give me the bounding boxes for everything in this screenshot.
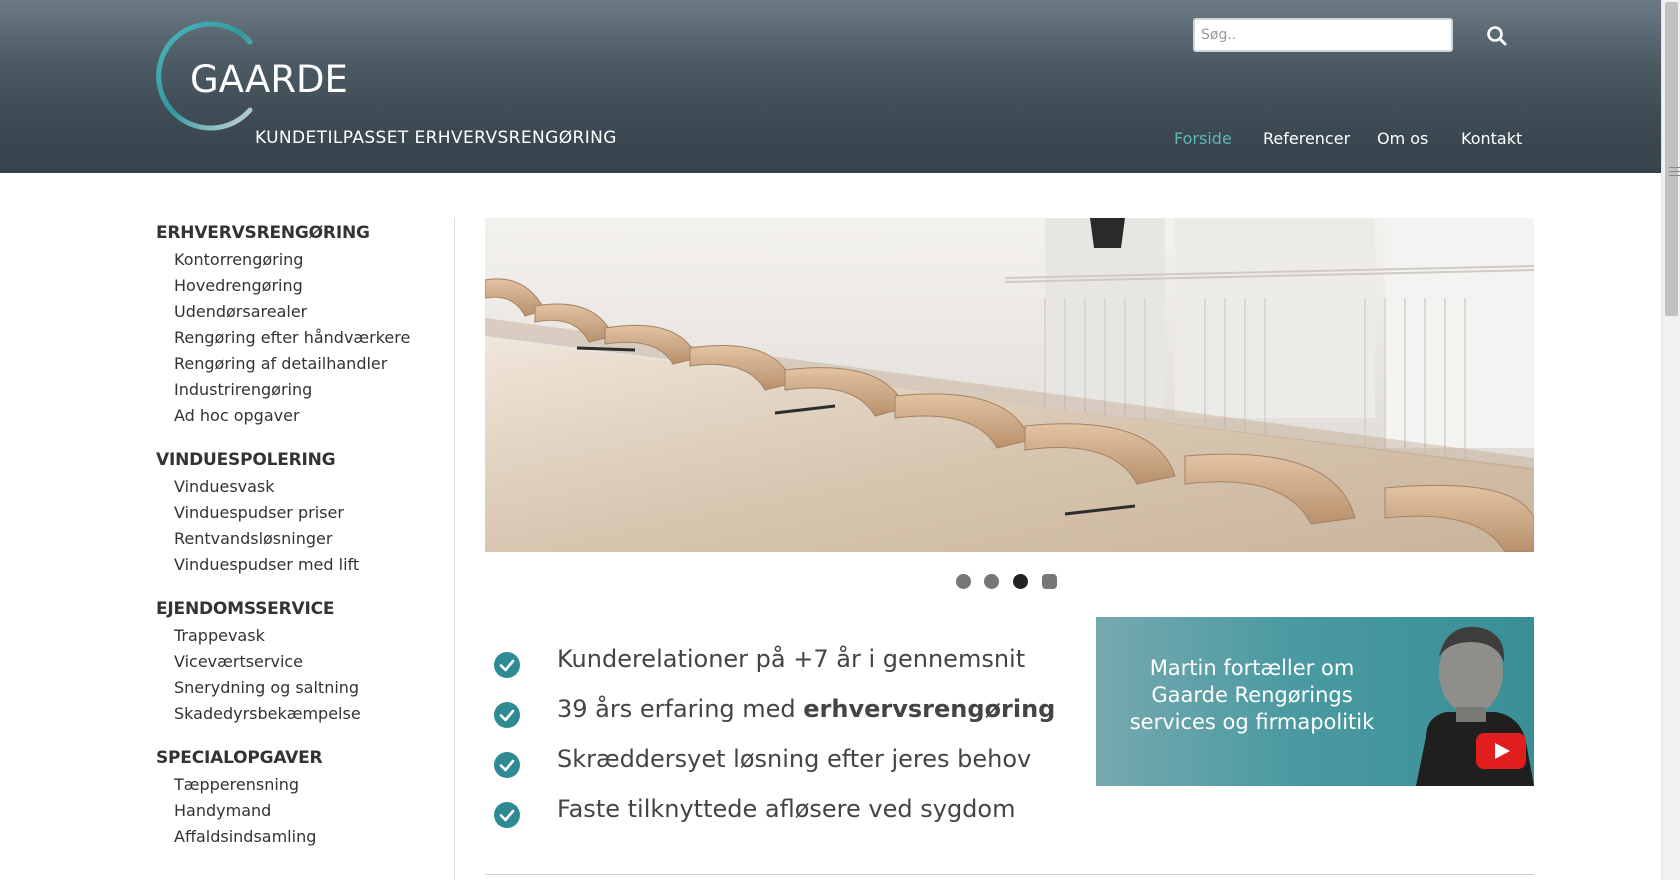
nav-om-os[interactable]: Om os xyxy=(1377,129,1428,148)
site-header: GAARDE KUNDETILPASSET ERHVERVSRENGØRING … xyxy=(0,0,1661,173)
nav-referencer[interactable]: Referencer xyxy=(1263,129,1350,148)
feature-item: Faste tilknyttede afløsere ved sygdom xyxy=(493,795,1053,845)
search-input[interactable] xyxy=(1193,18,1453,52)
sidebar-item-taepperensning[interactable]: Tæpperensning xyxy=(174,772,456,798)
sidebar: ERHVERVSRENGØRING Kontorrengøring Hovedr… xyxy=(156,220,456,868)
search-icon xyxy=(1487,26,1507,46)
sidebar-item-snerydning-og-saltning[interactable]: Snerydning og saltning xyxy=(174,675,456,701)
sidebar-item-trappevask[interactable]: Trappevask xyxy=(174,623,456,649)
sidebar-item-vicevaertservice[interactable]: Viceværtservice xyxy=(174,649,456,675)
slider-pagination xyxy=(956,574,1066,592)
slider-dot-2[interactable] xyxy=(984,574,999,589)
logo-name: GAARDE xyxy=(190,58,348,101)
sidebar-item-skadedyrsbekaempelse[interactable]: Skadedyrsbekæmpelse xyxy=(174,701,456,727)
sidebar-item-handymand[interactable]: Handymand xyxy=(174,798,456,824)
sidebar-item-kontorrengoring[interactable]: Kontorrengøring xyxy=(174,247,456,273)
sidebar-section-ejendomsservice: EJENDOMSSERVICE Trappevask Viceværtservi… xyxy=(156,596,456,727)
hero-slide-image[interactable] xyxy=(485,218,1534,552)
feature-text: Faste tilknyttede afløsere ved sygdom xyxy=(557,795,1016,823)
sidebar-item-rengoring-af-detailhandler[interactable]: Rengøring af detailhandler xyxy=(174,351,456,377)
slider-dot-3[interactable] xyxy=(1013,574,1028,589)
content-divider xyxy=(485,874,1534,875)
sidebar-section-erhvervsrengoring: ERHVERVSRENGØRING Kontorrengøring Hovedr… xyxy=(156,220,456,429)
scrollbar-thumb[interactable] xyxy=(1665,2,1680,316)
sidebar-section-title[interactable]: EJENDOMSSERVICE xyxy=(156,596,456,622)
features-list: Kunderelationer på +7 år i gennemsnit 39… xyxy=(493,645,1056,845)
sidebar-item-udendorsarealer[interactable]: Udendørsarealer xyxy=(174,299,456,325)
main-nav: Forside Referencer Om os Kontakt xyxy=(0,129,1661,153)
sidebar-item-rentvandslosninger[interactable]: Rentvandsløsninger xyxy=(174,526,456,552)
youtube-play-icon[interactable] xyxy=(1476,733,1526,769)
sidebar-section-vinduespolering: VINDUESPOLERING Vinduesvask Vinduespudse… xyxy=(156,447,456,578)
sidebar-item-vinduespudser-med-lift[interactable]: Vinduespudser med lift xyxy=(174,552,456,578)
sidebar-section-specialopgaver: SPECIALOPGAVER Tæpperensning Handymand A… xyxy=(156,745,456,850)
sidebar-item-affaldsindsamling[interactable]: Affaldsindsamling xyxy=(174,824,456,850)
nav-forside[interactable]: Forside xyxy=(1174,129,1232,148)
feature-item: 39 års erfaring med erhvervsrengøring xyxy=(493,695,1056,745)
check-circle-icon xyxy=(494,652,520,678)
sidebar-section-title[interactable]: ERHVERVSRENGØRING xyxy=(156,220,456,246)
sidebar-item-industrirengoring[interactable]: Industrirengøring xyxy=(174,377,456,403)
sidebar-section-title[interactable]: SPECIALOPGAVER xyxy=(156,745,456,771)
sidebar-item-hovedrengoring[interactable]: Hovedrengøring xyxy=(174,273,456,299)
feature-text: 39 års erfaring med erhvervsrengøring xyxy=(557,695,1056,723)
sidebar-item-rengoring-efter-handvaerkere[interactable]: Rengøring efter håndværkere xyxy=(174,325,456,351)
feature-item: Skræddersyet løsning efter jeres behov xyxy=(493,745,1053,795)
video-promo[interactable]: Martin fortæller om Gaarde Rengørings se… xyxy=(1096,617,1534,786)
sidebar-item-ad-hoc-opgaver[interactable]: Ad hoc opgaver xyxy=(174,403,456,429)
sidebar-divider xyxy=(454,218,455,880)
check-circle-icon xyxy=(494,752,520,778)
nav-kontakt[interactable]: Kontakt xyxy=(1461,129,1522,148)
slider-dot-1[interactable] xyxy=(956,574,971,589)
feature-item: Kunderelationer på +7 år i gennemsnit xyxy=(493,645,1053,695)
sidebar-section-title[interactable]: VINDUESPOLERING xyxy=(156,447,456,473)
check-circle-icon xyxy=(494,702,520,728)
check-circle-icon xyxy=(494,802,520,828)
page-scrollbar[interactable] xyxy=(1661,0,1680,880)
feature-text: Kunderelationer på +7 år i gennemsnit xyxy=(557,645,1026,673)
sidebar-item-vinduespudser-priser[interactable]: Vinduespudser priser xyxy=(174,500,456,526)
conference-room-image xyxy=(485,218,1534,552)
grip-icon xyxy=(1669,167,1680,179)
video-caption: Martin fortæller om Gaarde Rengørings se… xyxy=(1129,656,1375,734)
slider-dot-4[interactable] xyxy=(1042,574,1057,589)
search-button[interactable] xyxy=(1483,22,1511,50)
feature-text: Skræddersyet løsning efter jeres behov xyxy=(557,745,1032,773)
sidebar-item-vinduesvask[interactable]: Vinduesvask xyxy=(174,474,456,500)
